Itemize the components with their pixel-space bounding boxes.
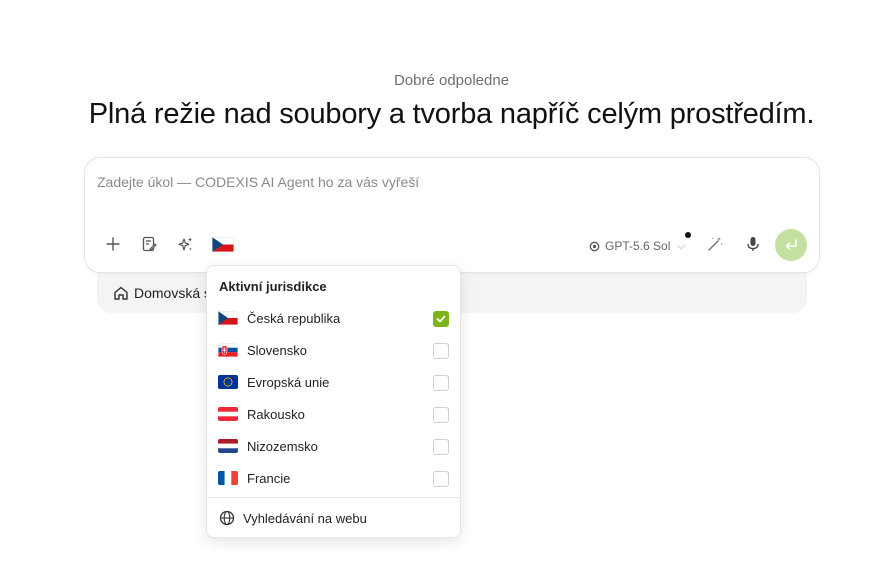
jurisdiction-checkbox[interactable] [433,311,449,327]
status-dot [685,232,691,238]
task-input[interactable]: Zadejte úkol — CODEXIS AI Agent ho za vá… [97,174,419,190]
voice-input-button[interactable] [741,232,765,256]
jurisdiction-label: Slovensko [247,343,307,358]
enhance-prompt-button[interactable] [703,232,727,256]
jurisdiction-item-eu[interactable]: Evropská unie [207,366,460,398]
magic-wand-icon [708,237,723,251]
jurisdiction-checkbox[interactable] [433,471,449,487]
send-button[interactable] [775,229,807,261]
austrian-flag-icon [218,407,238,421]
dropdown-divider [207,497,460,498]
model-icon [589,241,600,251]
home-icon [114,286,128,300]
web-search-toggle[interactable]: Vyhledávání na webu [207,503,460,535]
page-headline: Plná režie nad soubory a tvorba napříč c… [88,98,815,130]
globe-icon [219,510,235,526]
checkmark-icon [436,315,446,323]
jurisdiction-checkbox[interactable] [433,375,449,391]
jurisdiction-label: Rakousko [247,407,305,422]
model-selector[interactable]: GPT-5.6 Sol ⌵ [589,237,685,255]
jurisdiction-checkbox[interactable] [433,407,449,423]
greeting-text: Dobré odpoledne [393,72,510,89]
jurisdiction-button[interactable] [211,232,235,256]
plus-icon [106,237,120,251]
jurisdiction-label: Francie [247,471,291,486]
home-tab-label[interactable]: Domovská s [134,285,211,301]
microphone-icon [747,237,759,251]
jurisdiction-label: Česká republika [247,311,341,326]
model-label: GPT-5.6 Sol [605,239,671,253]
czech-flag-icon [212,236,234,252]
jurisdiction-item-cz[interactable]: Česká republika [207,302,460,334]
slovak-flag-icon [218,343,238,357]
french-flag-icon [218,471,238,485]
dropdown-title: Aktivní jurisdikce [219,279,327,294]
chevron-down-icon: ⌵ [677,240,685,252]
sparkles-icon [177,237,192,251]
jurisdiction-checkbox[interactable] [433,439,449,455]
add-button[interactable] [101,232,125,256]
jurisdiction-item-at[interactable]: Rakousko [207,398,460,430]
web-search-label: Vyhledávání na webu [243,511,367,526]
jurisdiction-item-nl[interactable]: Nizozemsko [207,430,460,462]
jurisdiction-label: Evropská unie [247,375,330,390]
ai-tools-button[interactable] [173,232,197,256]
jurisdiction-label: Nizozemsko [247,439,318,454]
notebook-edit-icon [142,236,157,252]
notes-button[interactable] [137,232,161,256]
czech-flag-icon [218,311,238,325]
jurisdiction-item-sk[interactable]: Slovensko [207,334,460,366]
enter-icon [785,239,797,250]
jurisdiction-item-fr[interactable]: Francie [207,462,460,494]
jurisdiction-checkbox[interactable] [433,343,449,359]
eu-flag-icon [218,375,238,389]
dutch-flag-icon [218,439,238,453]
task-composer: Zadejte úkol — CODEXIS AI Agent ho za vá… [84,157,820,273]
jurisdiction-dropdown: Aktivní jurisdikce Česká republika Slove… [206,265,461,538]
